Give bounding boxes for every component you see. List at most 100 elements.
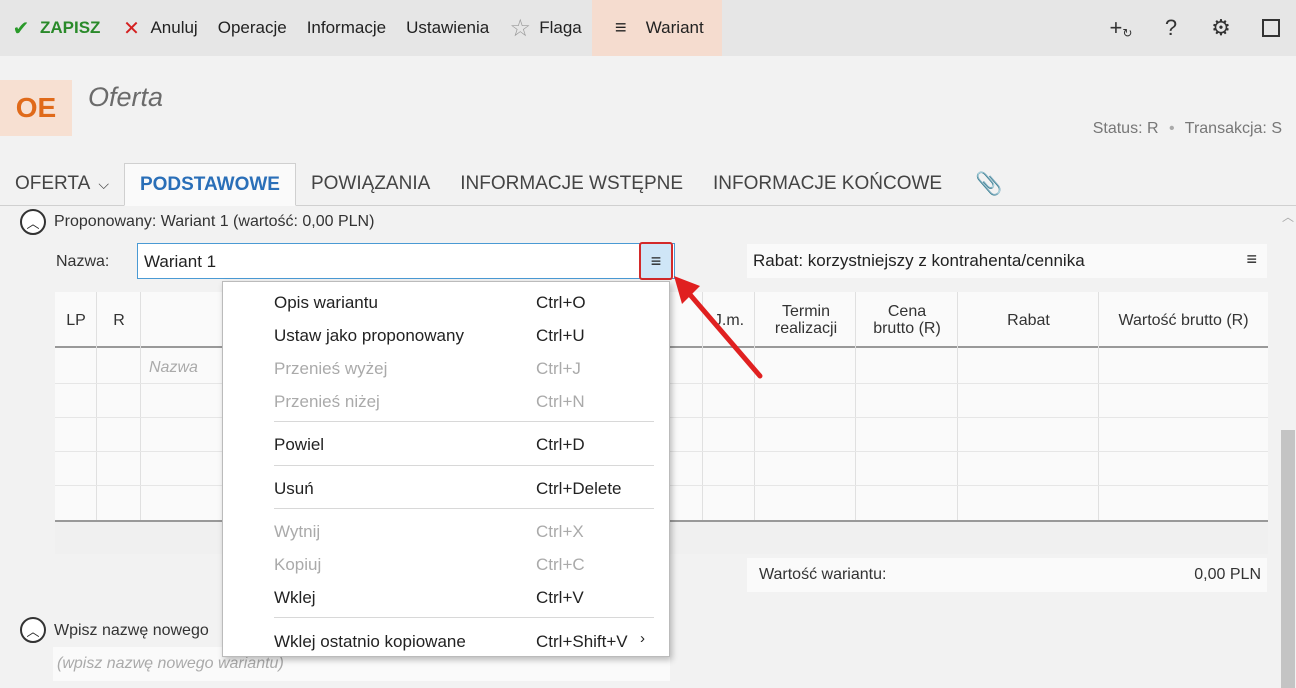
toolbar-right: + ↻ ? ⚙	[1096, 0, 1296, 56]
help-icon[interactable]: ?	[1146, 0, 1196, 56]
transaction-label: Transakcja:	[1184, 120, 1267, 137]
separator-dot: •	[1169, 120, 1175, 137]
menu-item-wklej-ostatnio[interactable]: Wklej ostatnio kopiowane Ctrl+Shift+V ›	[223, 624, 671, 657]
tab-powiazania[interactable]: POWIĄZANIA	[296, 163, 445, 205]
menu-separator	[274, 508, 654, 509]
collapse-section-button[interactable]: ︿	[20, 209, 46, 235]
settings-menu[interactable]: Ustawienia	[396, 0, 499, 56]
tab-label: INFORMACJE KOŃCOWE	[713, 173, 943, 194]
header-lp[interactable]: LP	[55, 292, 97, 348]
chevron-down-icon: ⌵	[98, 175, 109, 192]
tab-podstawowe[interactable]: PODSTAWOWE	[123, 163, 296, 206]
cancel-button[interactable]: ✕ Anuluj	[110, 0, 207, 56]
variant-total: Wartość wariantu: 0,00 PLN	[747, 558, 1267, 592]
menu-item-shortcut: Ctrl+X	[536, 522, 584, 541]
menu-item-label: Kopiuj	[274, 555, 322, 574]
menu-item-label: Wklej ostatnio kopiowane	[274, 632, 466, 651]
menu-item-usun[interactable]: Usuń Ctrl+Delete	[223, 471, 671, 504]
menu-item-shortcut: Ctrl+N	[536, 392, 585, 411]
menu-separator	[274, 617, 654, 618]
header-termin[interactable]: Termin realizacji	[765, 292, 847, 348]
flag-label: Flaga	[539, 18, 582, 37]
menu-item-shortcut: Ctrl+O	[536, 293, 586, 312]
tab-informacje-wstepne[interactable]: INFORMACJE WSTĘPNE	[445, 163, 698, 205]
gear-icon[interactable]: ⚙	[1196, 0, 1246, 56]
header-rabat[interactable]: Rabat	[958, 292, 1099, 348]
menu-item-label: Powiel	[274, 435, 325, 454]
variant-menu-button[interactable]: ≡	[639, 242, 673, 280]
operations-menu[interactable]: Operacje	[208, 0, 297, 56]
menu-item-shortcut: Ctrl+C	[536, 555, 585, 574]
settings-label: Ustawienia	[406, 18, 490, 37]
menu-item-wytnij: Wytnij Ctrl+X	[223, 514, 671, 547]
menu-item-przenies-wyzej: Przenieś wyżej Ctrl+J	[223, 351, 671, 384]
header-wartosc[interactable]: Wartość brutto (R)	[1099, 292, 1268, 348]
hamburger-icon[interactable]: ≡	[1246, 249, 1257, 270]
menu-item-kopiuj: Kopiuj Ctrl+C	[223, 547, 671, 580]
document-header: OE Oferta Status: R • Transakcja: S	[0, 56, 1296, 164]
chevron-up-icon[interactable]: ︿	[1282, 208, 1294, 225]
menu-item-shortcut: Ctrl+V	[536, 588, 584, 607]
menu-item-shortcut: Ctrl+U	[536, 326, 585, 345]
variant-label: Wariant	[645, 18, 704, 37]
attachment-icon[interactable]: 📎	[957, 163, 1020, 205]
info-menu[interactable]: Informacje	[297, 0, 396, 56]
annotation-arrow	[674, 276, 763, 379]
toolbar: ✔ ZAPISZ ✕ Anuluj Operacje Informacje Us…	[0, 0, 1296, 56]
variant-name-input[interactable]: Wariant 1	[137, 243, 675, 279]
menu-item-powiel[interactable]: Powiel Ctrl+D	[223, 427, 671, 460]
check-icon: ✔	[12, 17, 30, 40]
hamburger-icon: ≡	[614, 16, 627, 39]
cancel-label: Anuluj	[150, 18, 198, 37]
variant-button[interactable]: ≡ Wariant	[591, 0, 722, 56]
section2-title: Wpisz nazwę nowego	[54, 622, 209, 639]
vertical-scrollbar[interactable]: ︿	[1280, 206, 1296, 688]
add-refresh-icon[interactable]: + ↻	[1096, 0, 1146, 56]
name-cell-placeholder[interactable]: Nazwa	[149, 359, 198, 377]
flag-button[interactable]: ☆ Flaga	[499, 0, 592, 56]
status-line: Status: R • Transakcja: S	[1093, 120, 1282, 138]
menu-item-label: Opis wariantu	[274, 293, 378, 312]
save-button[interactable]: ✔ ZAPISZ	[0, 0, 110, 56]
menu-item-label: Wytnij	[274, 522, 321, 541]
hamburger-icon: ≡	[650, 250, 662, 271]
tab-label: POWIĄZANIA	[310, 173, 431, 194]
total-label: Wartość wariantu:	[759, 566, 887, 583]
menu-separator	[274, 465, 654, 466]
total-value: 0,00 PLN	[1194, 566, 1261, 583]
rabat-field[interactable]: Rabat: korzystniejszy z kontrahenta/cenn…	[747, 244, 1267, 278]
star-icon: ☆	[509, 14, 531, 42]
tab-oferta[interactable]: OFERTA ⌵	[0, 163, 124, 205]
header-r[interactable]: R	[97, 292, 141, 348]
menu-item-shortcut: Ctrl+Delete	[536, 479, 622, 498]
x-icon: ✕	[123, 17, 140, 40]
status-value: R	[1146, 120, 1159, 137]
menu-item-shortcut: Ctrl+Shift+V	[536, 632, 628, 651]
menu-item-opis[interactable]: Opis wariantu Ctrl+O	[223, 285, 671, 318]
tab-informacje-koncowe[interactable]: INFORMACJE KOŃCOWE	[698, 163, 957, 205]
tab-bar: OFERTA ⌵ PODSTAWOWE POWIĄZANIA INFORMACJ…	[0, 163, 1296, 206]
status-label: Status:	[1092, 120, 1143, 137]
rabat-text: Rabat: korzystniejszy z kontrahenta/cenn…	[753, 251, 1085, 270]
header-cena[interactable]: Cena brutto (R)	[866, 292, 948, 348]
menu-item-label: Usuń	[274, 479, 314, 498]
scrollbar-thumb[interactable]	[1281, 430, 1295, 688]
maximize-icon[interactable]	[1246, 0, 1296, 56]
transaction-value: S	[1271, 120, 1282, 137]
chevron-right-icon: ›	[640, 630, 645, 647]
menu-item-przenies-nizej: Przenieś niżej Ctrl+N	[223, 384, 671, 417]
menu-separator	[274, 421, 654, 422]
tab-label: PODSTAWOWE	[139, 173, 280, 195]
tab-label: OFERTA	[15, 173, 91, 194]
tab-label: INFORMACJE WSTĘPNE	[460, 173, 684, 194]
document-badge: OE	[0, 80, 72, 136]
collapse-section-button[interactable]: ︿	[20, 617, 46, 643]
menu-item-label: Przenieś niżej	[274, 392, 380, 411]
menu-item-label: Przenieś wyżej	[274, 359, 388, 378]
menu-item-shortcut: Ctrl+D	[536, 435, 585, 454]
page-title: Oferta	[88, 82, 164, 112]
menu-item-wklej[interactable]: Wklej Ctrl+V	[223, 580, 671, 613]
menu-item-label: Ustaw jako proponowany	[274, 326, 464, 345]
variant-context-menu: Opis wariantu Ctrl+O Ustaw jako proponow…	[222, 281, 670, 657]
menu-item-ustaw-proponowany[interactable]: Ustaw jako proponowany Ctrl+U	[223, 318, 671, 351]
